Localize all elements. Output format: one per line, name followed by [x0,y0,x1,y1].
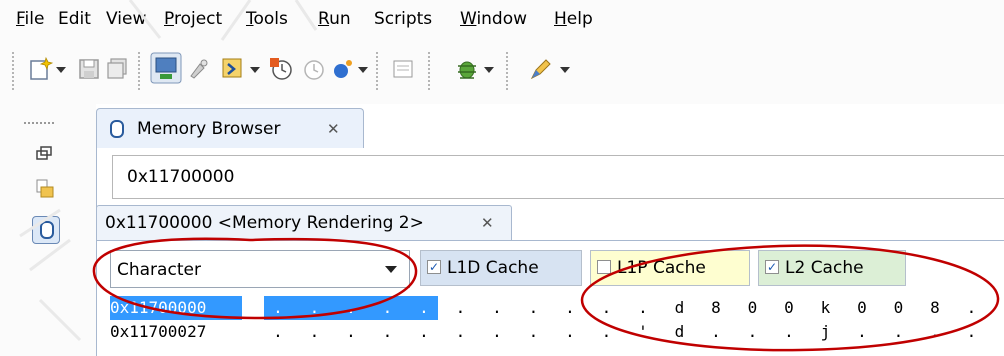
watermark [19,0,318,342]
